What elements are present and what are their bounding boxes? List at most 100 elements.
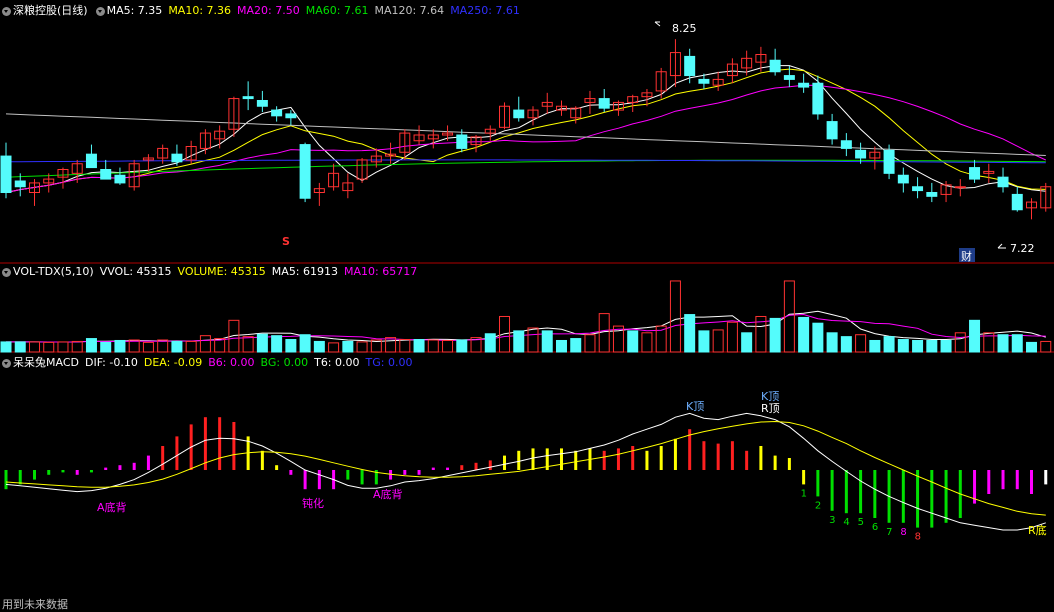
macd-count-label: 8 bbox=[915, 532, 921, 543]
volume-bar bbox=[328, 342, 340, 353]
volume-bar bbox=[926, 339, 938, 353]
volume-bar bbox=[299, 334, 311, 353]
macd-value-4: T6: 0.00 bbox=[314, 356, 360, 369]
volume-bar bbox=[100, 341, 112, 353]
candle-body bbox=[85, 153, 97, 169]
volume-bar bbox=[242, 336, 254, 353]
volume-bar bbox=[570, 338, 582, 353]
r-bottom-label: R底 bbox=[1028, 523, 1047, 537]
volume-panel-header: VOL-TDX(5,10) VVOL: 45315 VOLUME: 45315 MA… bbox=[0, 264, 423, 280]
volume-bar bbox=[698, 330, 710, 353]
price-value-2: MA20: 7.50 bbox=[237, 4, 300, 17]
volume-bar bbox=[855, 334, 867, 353]
candle-body bbox=[271, 109, 283, 117]
volume-bar bbox=[897, 339, 909, 353]
svg-text:财: 财 bbox=[961, 249, 972, 263]
volume-value-1: VOLUME: 45315 bbox=[177, 265, 266, 278]
macd-panel-header: 呆呆兔MACD DIF: -0.10 DEA: -0.09 B6: 0.00 BG: … bbox=[0, 355, 418, 371]
volume-bar bbox=[669, 280, 681, 353]
candle-body bbox=[171, 153, 183, 163]
volume-indicator-title[interactable]: VOL-TDX(5,10) bbox=[13, 264, 94, 280]
volume-bar bbox=[912, 339, 924, 353]
candle-body bbox=[783, 75, 795, 80]
macd-value-0: DIF: -0.10 bbox=[84, 356, 138, 369]
high-price-marker: 8.25 bbox=[654, 21, 697, 35]
volume-bar bbox=[812, 322, 824, 353]
macd-value-1: DEA: -0.09 bbox=[143, 356, 203, 369]
collapse-triangle-icon[interactable] bbox=[2, 6, 11, 16]
macd-value-2: B6: 0.00 bbox=[208, 356, 255, 369]
indicator-menu-icon[interactable] bbox=[95, 6, 105, 16]
volume-bar bbox=[456, 339, 468, 353]
volume-bar bbox=[484, 333, 496, 353]
volume-bar bbox=[43, 341, 55, 353]
macd-values: DIF: -0.10 DEA: -0.09 B6: 0.00 BG: 0.00 T6: … bbox=[85, 355, 418, 371]
volume-bar bbox=[442, 339, 454, 353]
candle-body bbox=[14, 180, 26, 188]
volume-values: VVOL: 45315 VOLUME: 45315 MA5: 61913 MA10: … bbox=[100, 264, 424, 280]
macd-panel bbox=[4, 412, 1048, 531]
macd-count-label: 8 bbox=[900, 527, 906, 538]
candle-body bbox=[812, 82, 824, 115]
macd-menu-icon[interactable] bbox=[2, 358, 11, 368]
stock-chart[interactable]: 8.25 7.22 S 财 K顶 K顶 R顶 A底背 钝化 A底背 R底 123… bbox=[0, 0, 1054, 612]
volume-bar bbox=[499, 315, 511, 353]
candle-body bbox=[114, 174, 126, 184]
volume-bar bbox=[256, 333, 268, 353]
stock-title[interactable]: 深粮控股(日线) bbox=[13, 3, 88, 19]
candle-body bbox=[855, 149, 867, 159]
price-value-5: MA250: 7.61 bbox=[450, 4, 520, 17]
macd-count-label: 5 bbox=[858, 517, 864, 528]
candle-body bbox=[912, 186, 924, 192]
macd-indicator-title[interactable]: 呆呆兔MACD bbox=[13, 355, 79, 371]
k-top-label: K顶 bbox=[686, 400, 704, 413]
candle-body bbox=[897, 174, 909, 184]
candle-body bbox=[242, 96, 254, 100]
volume-bar bbox=[840, 336, 852, 353]
candle-body bbox=[954, 186, 966, 189]
volume-bar bbox=[271, 335, 283, 353]
macd-value-5: TG: 0.00 bbox=[365, 356, 413, 369]
volume-bar bbox=[641, 332, 653, 353]
volume-value-2: MA5: 61913 bbox=[271, 265, 339, 278]
volume-bar bbox=[1011, 334, 1023, 353]
candle-body bbox=[456, 134, 468, 149]
ma20-line bbox=[5, 84, 1047, 193]
ma10-line bbox=[5, 68, 1046, 193]
price-value-1: MA10: 7.36 bbox=[168, 4, 232, 17]
ma120-line bbox=[5, 113, 1046, 156]
macd-count-label: 1 bbox=[801, 488, 807, 499]
candle-body bbox=[698, 78, 710, 84]
low-price-label: 7.22 bbox=[1010, 242, 1035, 255]
volume-bar bbox=[0, 341, 12, 353]
volume-bar bbox=[14, 341, 26, 353]
candle-body bbox=[0, 155, 12, 193]
sell-marker: S bbox=[282, 235, 290, 248]
r-top-label: R顶 bbox=[761, 402, 780, 415]
volume-bar bbox=[399, 339, 411, 353]
ma-values: MA5: 7.35 MA10: 7.36 MA20: 7.50 MA60: 7.61 M… bbox=[107, 3, 526, 19]
volume-bar bbox=[285, 339, 297, 353]
macd-count-label: 7 bbox=[886, 527, 892, 538]
price-value-4: MA120: 7.64 bbox=[374, 4, 445, 17]
volume-bar bbox=[185, 340, 197, 353]
macd-count-label: 4 bbox=[843, 517, 849, 528]
volume-bar bbox=[869, 339, 881, 353]
volume-bar bbox=[1026, 341, 1038, 353]
volume-menu-icon[interactable] bbox=[2, 267, 11, 277]
volume-bar bbox=[313, 340, 325, 353]
financial-report-badge[interactable]: 财 bbox=[959, 248, 975, 263]
volume-bar bbox=[171, 340, 183, 353]
volume-bar bbox=[142, 341, 154, 353]
candle-body bbox=[883, 149, 895, 174]
candle-body bbox=[826, 121, 838, 140]
price-value-3: MA60: 7.61 bbox=[305, 4, 369, 17]
candlestick-series bbox=[0, 39, 1052, 220]
candle-body bbox=[299, 144, 311, 199]
candle-body bbox=[926, 192, 938, 197]
volume-bar bbox=[157, 339, 169, 353]
volume-bar bbox=[940, 339, 952, 353]
volume-value-0: VVOL: 45315 bbox=[99, 265, 172, 278]
volume-bar bbox=[199, 335, 211, 353]
candle-body bbox=[598, 98, 610, 109]
